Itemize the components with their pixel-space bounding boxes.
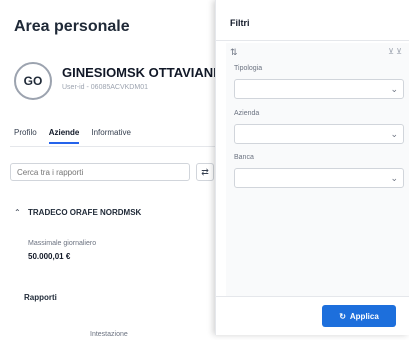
- user-id: User-id - 06085ACVKDM01: [62, 84, 148, 91]
- tab-aziende[interactable]: Aziende: [48, 128, 80, 144]
- tab-informative[interactable]: Informative: [91, 128, 131, 144]
- filter-toggle-button[interactable]: ⇄: [196, 163, 214, 181]
- rapporti-heading: Rapporti: [24, 293, 57, 302]
- sliders-icon: ⇄: [201, 166, 209, 177]
- filter-body: ⇅ ⊻ ⊻ Tipologia ⌄ Azienda ⌄ Banca ⌄: [226, 43, 409, 325]
- sort-icon[interactable]: ⇅: [230, 47, 238, 58]
- page-title: Area personale: [14, 18, 130, 35]
- tab-profilo[interactable]: Profilo: [14, 128, 37, 144]
- panel-divider: [216, 40, 409, 41]
- avatar: GO: [14, 62, 52, 100]
- apply-label: Applica: [349, 311, 379, 321]
- company-name[interactable]: TRADECO ORAFE NORDMSK: [28, 208, 141, 217]
- tab-bar: Profilo Aziende Informative: [14, 128, 131, 144]
- refresh-icon: ↻: [339, 311, 346, 321]
- filter-panel: Filtri ⇅ ⊻ ⊻ Tipologia ⌄ Azienda ⌄ Banca…: [215, 0, 409, 335]
- massimale-value: 50.000,01 €: [28, 252, 71, 261]
- intestazione-header: Intestazione: [90, 331, 128, 338]
- select-tipologia[interactable]: ⌄: [234, 79, 404, 99]
- clear-filter-icon[interactable]: ⊻ ⊻: [388, 47, 402, 56]
- chevron-up-icon[interactable]: ⌃: [14, 208, 21, 217]
- select-banca[interactable]: ⌄: [234, 168, 404, 188]
- panel-title: Filtri: [230, 18, 250, 28]
- field-label-banca: Banca: [234, 154, 254, 161]
- chevron-down-icon: ⌄: [390, 129, 398, 139]
- chevron-down-icon: ⌄: [390, 84, 398, 94]
- apply-button[interactable]: ↻ Applica: [322, 305, 396, 327]
- tabs-divider: [10, 146, 215, 147]
- chevron-down-icon: ⌄: [390, 173, 398, 183]
- user-name: GINESIOMSK OTTAVIANI: [62, 65, 217, 80]
- select-azienda[interactable]: ⌄: [234, 124, 404, 144]
- field-label-tipologia: Tipologia: [234, 65, 263, 72]
- massimale-label: Massimale giornaliero: [28, 240, 97, 247]
- search-input[interactable]: [10, 163, 190, 181]
- field-label-azienda: Azienda: [234, 110, 260, 117]
